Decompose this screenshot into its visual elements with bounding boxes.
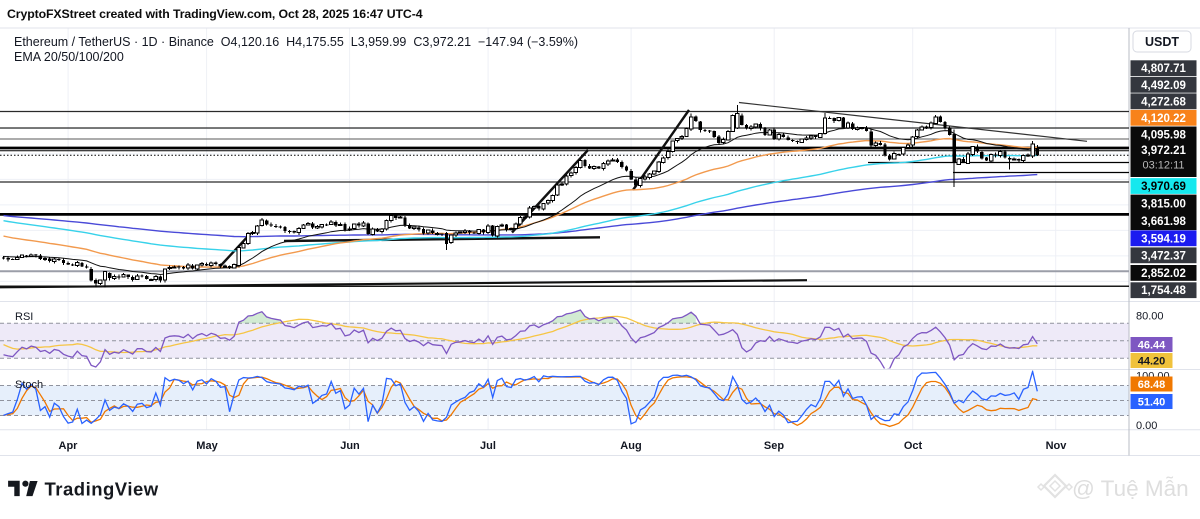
svg-text:Apr: Apr: [59, 440, 79, 452]
svg-text:May: May: [196, 440, 218, 452]
svg-text:4,492.09: 4,492.09: [1141, 80, 1186, 92]
svg-text:TradingView: TradingView: [45, 479, 159, 500]
svg-text:3,815.00: 3,815.00: [1141, 199, 1186, 211]
svg-text:80.00: 80.00: [1136, 311, 1164, 323]
svg-text:3,594.19: 3,594.19: [1141, 233, 1186, 245]
svg-text:46.44: 46.44: [1138, 340, 1166, 352]
svg-text:4,807.71: 4,807.71: [1141, 63, 1186, 75]
svg-text:51.40: 51.40: [1138, 397, 1166, 409]
svg-text:3,661.98: 3,661.98: [1141, 216, 1186, 228]
svg-text:CryptoFXStreet created with Tr: CryptoFXStreet created with TradingView.…: [7, 7, 423, 21]
svg-text:EMA 20/50/100/200: EMA 20/50/100/200: [14, 50, 124, 64]
svg-text:1,754.48: 1,754.48: [1141, 285, 1186, 297]
svg-text:3,972.21: 3,972.21: [1141, 145, 1186, 157]
svg-text:44.20: 44.20: [1138, 356, 1166, 368]
svg-text:Oct: Oct: [904, 440, 923, 452]
svg-text:Jun: Jun: [340, 440, 360, 452]
svg-text:4,120.22: 4,120.22: [1141, 113, 1186, 125]
svg-text:Ethereum / TetherUS · 1D · Bin: Ethereum / TetherUS · 1D · Binance O4,12…: [14, 35, 578, 49]
svg-text:4,095.98: 4,095.98: [1141, 129, 1186, 141]
svg-text:4,272.68: 4,272.68: [1141, 96, 1186, 108]
svg-text:Nov: Nov: [1046, 440, 1068, 452]
svg-text:Stoch: Stoch: [15, 379, 43, 391]
svg-text:RSI: RSI: [15, 311, 33, 323]
svg-text:03:12:11: 03:12:11: [1142, 160, 1184, 172]
svg-text:Sep: Sep: [764, 440, 784, 452]
svg-text:3,472.37: 3,472.37: [1141, 250, 1186, 262]
svg-text:Jul: Jul: [480, 440, 496, 452]
svg-text:3,970.69: 3,970.69: [1141, 181, 1186, 193]
svg-text:0.00: 0.00: [1136, 420, 1157, 432]
svg-text:68.48: 68.48: [1138, 379, 1166, 391]
svg-text:2,852.02: 2,852.02: [1141, 268, 1186, 280]
svg-text:Aug: Aug: [620, 440, 641, 452]
svg-text:@ Tuệ Mẫn: @ Tuệ Mẫn: [1072, 476, 1189, 501]
svg-text:USDT: USDT: [1145, 35, 1179, 49]
